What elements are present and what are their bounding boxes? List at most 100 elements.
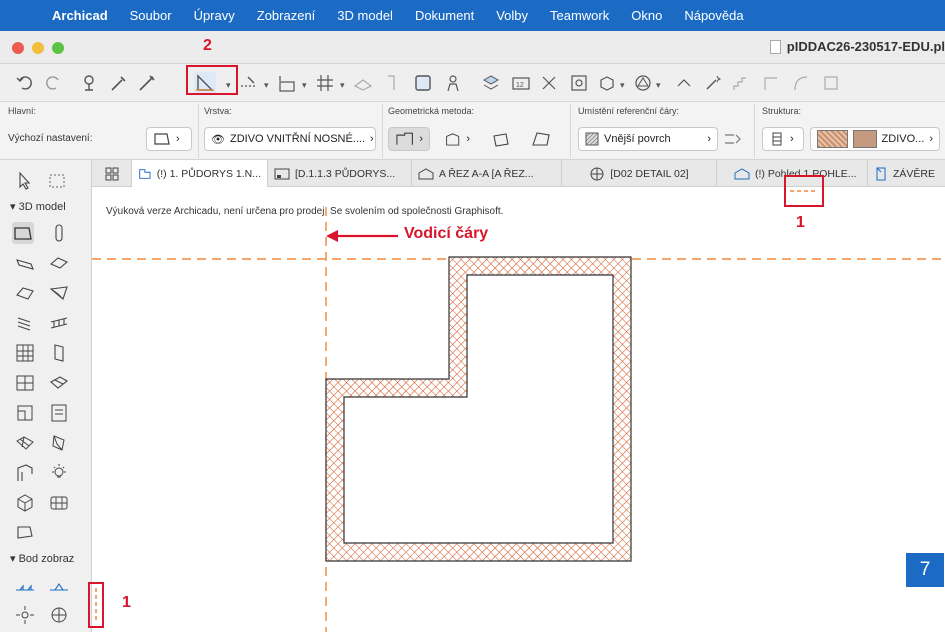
corner-icon[interactable] [760, 72, 782, 94]
curtain-panel-icon[interactable] [48, 492, 70, 514]
marquee-icon[interactable] [46, 170, 68, 192]
3d-view-icon[interactable] [596, 72, 618, 94]
door-tool-icon[interactable] [48, 342, 70, 364]
geometry-trapezoid-button[interactable]: › [438, 127, 476, 151]
stair-icon[interactable] [730, 72, 752, 94]
zoom-window-button[interactable] [52, 42, 64, 54]
trace-icon[interactable] [674, 72, 696, 94]
wall-favorite-button[interactable]: › [146, 127, 192, 151]
light-tool-icon[interactable] [48, 462, 70, 484]
stair-tool-icon[interactable] [14, 312, 36, 334]
person-icon[interactable] [442, 72, 464, 94]
menu-app[interactable]: Archicad [52, 8, 108, 23]
slab-tool-icon[interactable] [48, 252, 70, 274]
tab-overview-button[interactable] [92, 160, 132, 187]
layers-icon[interactable] [480, 72, 502, 94]
lamp-tool-icon[interactable] [14, 462, 36, 484]
grid-dropdown-icon[interactable]: ▾ [340, 80, 345, 91]
annotation-box-1-top [784, 175, 824, 207]
roof-tool-icon[interactable] [14, 282, 36, 304]
tab-zavere[interactable]: ZÁVĚRE [868, 160, 945, 187]
syringe-icon[interactable] [136, 72, 158, 94]
dimension-icon[interactable]: 12 [510, 72, 532, 94]
menu-volby[interactable]: Volby [496, 8, 528, 23]
morph-tool-icon[interactable] [48, 432, 70, 454]
coordinates-icon[interactable] [276, 72, 298, 94]
cross-icon[interactable] [538, 72, 560, 94]
flip-direction-icon[interactable] [722, 128, 744, 150]
reference-line-select[interactable]: Vnější povrch › [578, 127, 718, 151]
floor-plan-icon [139, 168, 151, 179]
wall-slanted-icon[interactable] [530, 128, 552, 150]
grid-view-icon [105, 167, 118, 180]
skylight-tool-icon[interactable] [48, 372, 70, 394]
tab-label: (!) 1. PŮDORYS 1.N... [156, 167, 261, 180]
menu-3d-model[interactable]: 3D model [337, 8, 393, 23]
pet-palette-icon[interactable] [80, 72, 102, 94]
grid-snap-icon[interactable] [314, 72, 336, 94]
tab-floor-plan-d113[interactable]: [D.1.1.3 PŮDORYS... [268, 160, 412, 187]
column-tool-icon[interactable] [48, 222, 70, 244]
menu-dokument[interactable]: Dokument [415, 8, 474, 23]
close-window-button[interactable] [12, 42, 24, 54]
interior-elevation-icon[interactable] [14, 604, 36, 626]
menu-upravy[interactable]: Úpravy [194, 8, 235, 23]
suspend-groups-icon[interactable] [380, 72, 402, 94]
3d-view-dropdown-icon[interactable]: ▾ [620, 80, 625, 91]
window-tool-icon[interactable] [14, 372, 36, 394]
render-dropdown-icon[interactable]: ▾ [656, 80, 661, 91]
main-label: Hlavní: [8, 106, 37, 116]
morph-object-icon[interactable] [14, 492, 36, 514]
arrow-select-icon[interactable] [14, 170, 36, 192]
wall-box-icon[interactable] [490, 128, 512, 150]
page-number-badge: 7 [906, 553, 944, 587]
structure-material-select[interactable]: ZDIVO... › [810, 127, 940, 151]
section-marker-icon[interactable] [14, 576, 36, 598]
zoom-area-icon[interactable] [568, 72, 590, 94]
elevation-marker-icon[interactable] [48, 576, 70, 598]
redo-icon[interactable] [42, 72, 64, 94]
wall-outline[interactable] [325, 256, 632, 562]
curve-icon[interactable] [790, 72, 812, 94]
snap-guides-icon[interactable] [238, 72, 260, 94]
beam-tool-icon[interactable] [14, 252, 36, 274]
opening-tool-icon[interactable] [14, 522, 36, 544]
menu-zobrazeni[interactable]: Zobrazení [257, 8, 316, 23]
magic-wand-icon[interactable] [702, 72, 724, 94]
tab-detail-02[interactable]: [D02 DETAIL 02] [562, 160, 717, 187]
menu-napoveda[interactable]: Nápověda [684, 8, 743, 23]
geometry-straight-button[interactable]: › [388, 127, 430, 151]
render-icon[interactable] [632, 72, 654, 94]
menu-soubor[interactable]: Soubor [130, 8, 172, 23]
shell-tool-icon[interactable] [48, 282, 70, 304]
tab-label: [D02 DETAIL 02] [610, 167, 689, 180]
toolbox-section-viewpoint: ▾ Bod zobraz [10, 553, 75, 565]
structure-type-button[interactable]: › [762, 127, 804, 151]
eyedropper-icon[interactable] [108, 72, 130, 94]
annotation-box-2 [186, 65, 238, 95]
tab-floor-plan-1[interactable]: (!) 1. PŮDORYS 1.N... [132, 160, 268, 187]
chevron-right-icon: › [929, 133, 933, 145]
title-bar: pIDDAC26-230517-EDU.pl [0, 31, 945, 64]
railing-tool-icon[interactable] [48, 312, 70, 334]
gravity-icon[interactable] [352, 72, 374, 94]
minimize-window-button[interactable] [32, 42, 44, 54]
zone-tool-icon[interactable] [48, 402, 70, 424]
default-settings-label: Výchozí nastavení: [8, 133, 93, 144]
tab-section-a[interactable]: A ŘEZ A-A [A ŘEZ... [412, 160, 562, 187]
wall-tool-icon[interactable] [12, 222, 34, 244]
object-tool-icon[interactable] [14, 402, 36, 424]
view-frame-icon[interactable] [412, 72, 434, 94]
menu-okno[interactable]: Okno [631, 8, 662, 23]
wall-shape-icon [154, 133, 170, 145]
drawing-canvas[interactable]: Výuková verze Archicadu, není určena pro… [92, 187, 945, 632]
coordinates-dropdown-icon[interactable]: ▾ [302, 80, 307, 91]
offset-icon[interactable] [820, 72, 842, 94]
undo-icon[interactable] [14, 72, 36, 94]
curtain-wall-tool-icon[interactable] [14, 342, 36, 364]
mesh-tool-icon[interactable] [14, 432, 36, 454]
snap-dropdown-icon[interactable]: ▾ [264, 80, 269, 91]
layer-select[interactable]: 👁 ZDIVO VNITŘNÍ NOSNÉ.... › [204, 127, 376, 151]
menu-teamwork[interactable]: Teamwork [550, 8, 609, 23]
detail-marker-icon[interactable] [48, 604, 70, 626]
